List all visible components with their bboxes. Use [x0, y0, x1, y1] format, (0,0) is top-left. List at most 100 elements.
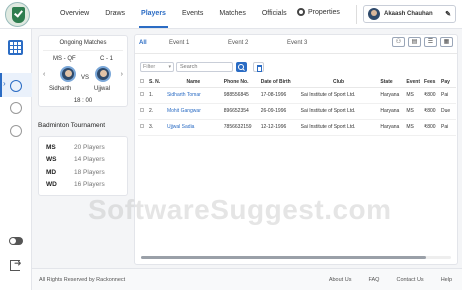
event-row[interactable]: WD 16 Players [46, 179, 120, 192]
cell-fees: ₹800 [422, 119, 439, 136]
cell-name[interactable]: Sidharth Tomar [164, 87, 222, 104]
table-row[interactable]: 3. Ujjwal Sadia 7856632159 12-12-1996 Sa… [138, 119, 456, 136]
footer-link-contact[interactable]: Contact Us [396, 277, 423, 283]
chevron-right-icon[interactable]: › [121, 71, 123, 78]
cell-sn: 1. [146, 87, 165, 104]
nav-events[interactable]: Events [174, 0, 211, 28]
nav-officials[interactable]: Officials [254, 0, 295, 28]
cell-state: Haryana [378, 87, 405, 104]
player1-avatar [60, 66, 76, 82]
nav-draws[interactable]: Draws [97, 0, 133, 28]
cell-fees: ₹800 [422, 87, 439, 104]
toggle-icon[interactable] [9, 237, 23, 245]
row-checkbox[interactable] [138, 87, 147, 104]
toolbar: ⚇ ▤ ☰ ▦ [392, 37, 453, 47]
trash-icon[interactable] [253, 62, 264, 72]
cell-pay: Pai [439, 87, 456, 104]
players-table: S. N. Name Phone No. Date of Birth Club … [138, 77, 456, 136]
tournament-events-card: MS 20 Players WS 14 Players MD 18 Player… [38, 136, 128, 196]
cell-club: Sai Institute of Sport Ltd. [298, 119, 379, 136]
app-logo[interactable] [5, 2, 30, 27]
select-all-checkbox[interactable] [138, 77, 147, 88]
cell-event: MS [404, 103, 423, 120]
col-header[interactable]: Name [164, 77, 222, 88]
filter-dropdown[interactable]: Filter [140, 62, 174, 72]
cell-event: MS [404, 87, 423, 104]
nav-players[interactable]: Players [133, 0, 174, 28]
logout-icon[interactable] [10, 258, 22, 271]
sort-icon[interactable]: ☰ [424, 37, 437, 47]
top-bar: Overview Draws Players Events Matches Of… [0, 0, 462, 29]
chevron-right-icon[interactable]: › [3, 79, 6, 88]
refresh-icon[interactable] [10, 102, 22, 114]
properties-button[interactable]: Properties [297, 8, 340, 16]
versus-label: VS [81, 75, 90, 81]
tab-event-2[interactable]: Event 2 [228, 38, 287, 50]
cell-dob: 26-09-1996 [258, 103, 299, 120]
cell-club: Sai Institute of Sport Ltd. [298, 103, 379, 120]
cell-phone: 896652354 [221, 103, 259, 120]
user-menu[interactable]: Akaash Chauhan ✎ [363, 5, 456, 23]
search-input[interactable] [176, 62, 233, 72]
cell-state: Haryana [378, 103, 405, 120]
table-row[interactable]: 1. Sidharth Tomar 988556845 17-08-1996 S… [138, 87, 456, 104]
app: Overview Draws Players Events Matches Of… [0, 0, 462, 290]
table-header-row: S. N. Name Phone No. Date of Birth Club … [138, 77, 456, 88]
cell-event: MS [404, 119, 423, 136]
tab-event-3[interactable]: Event 3 [287, 38, 346, 50]
tab-event-1[interactable]: Event 1 [169, 38, 228, 50]
cell-name[interactable]: Ujjwal Sadia [164, 119, 222, 136]
col-header[interactable]: Phone No. [221, 77, 259, 88]
col-header[interactable]: Date of Birth [258, 77, 299, 88]
col-header[interactable]: Pay [439, 77, 456, 88]
main-nav: Overview Draws Players Events Matches Of… [52, 0, 295, 28]
match-time: 18 : 00 [73, 98, 93, 104]
cell-sn: 2. [146, 103, 165, 120]
pencil-icon[interactable]: ✎ [445, 10, 451, 18]
divider [43, 50, 123, 51]
cell-pay: Pai [439, 119, 456, 136]
player2-name: Ujjwal [94, 86, 111, 92]
nav-matches[interactable]: Matches [211, 0, 253, 28]
col-header[interactable]: State [378, 77, 405, 88]
properties-label: Properties [308, 8, 340, 16]
row-checkbox[interactable] [138, 103, 147, 120]
nav-overview[interactable]: Overview [52, 0, 97, 28]
tab-all[interactable]: All [139, 38, 169, 50]
cell-club: Sai Institute of Sport Ltd. [298, 87, 379, 104]
event-row[interactable]: MS 20 Players [46, 141, 120, 154]
watermark: SoftwareSuggest.com [88, 194, 392, 225]
footer-links: About Us FAQ Contact Us Help [329, 277, 452, 283]
event-players: 20 Players [74, 143, 105, 151]
event-code: MD [46, 168, 57, 176]
divider [135, 53, 457, 54]
horizontal-scrollbar[interactable] [141, 256, 451, 259]
search-icon[interactable] [236, 62, 247, 72]
col-header[interactable]: Event [404, 77, 423, 88]
divider [356, 5, 357, 24]
footer-link-help[interactable]: Help [441, 277, 452, 283]
add-user-icon[interactable]: ⚇ [392, 37, 405, 47]
players-panel: All Event 1 Event 2 Event 3 ⚇ ▤ ☰ ▦ Filt… [134, 34, 458, 265]
col-header[interactable]: S. N. [146, 77, 165, 88]
history-icon[interactable] [10, 125, 22, 137]
target-icon[interactable] [10, 80, 22, 92]
event-code: MS [46, 143, 56, 151]
print-icon[interactable]: ▤ [408, 37, 421, 47]
user-avatar [368, 8, 380, 20]
footer-link-about[interactable]: About Us [329, 277, 352, 283]
footer-link-faq[interactable]: FAQ [368, 277, 379, 283]
table-row[interactable]: 2. Mohit Gangwar 896652354 26-09-1996 Sa… [138, 103, 456, 120]
event-row[interactable]: WS 14 Players [46, 154, 120, 167]
chevron-left-icon[interactable]: ‹ [43, 71, 45, 78]
cell-name[interactable]: Mohit Gangwar [164, 103, 222, 120]
cell-sn: 3. [146, 119, 165, 136]
event-row[interactable]: MD 18 Players [46, 166, 120, 179]
event-code: WD [46, 181, 57, 189]
row-checkbox[interactable] [138, 119, 147, 136]
columns-icon[interactable]: ▦ [440, 37, 453, 47]
col-header[interactable]: Fees [422, 77, 439, 88]
grid-icon[interactable] [8, 40, 23, 55]
cell-dob: 17-08-1996 [258, 87, 299, 104]
col-header[interactable]: Club [298, 77, 379, 88]
